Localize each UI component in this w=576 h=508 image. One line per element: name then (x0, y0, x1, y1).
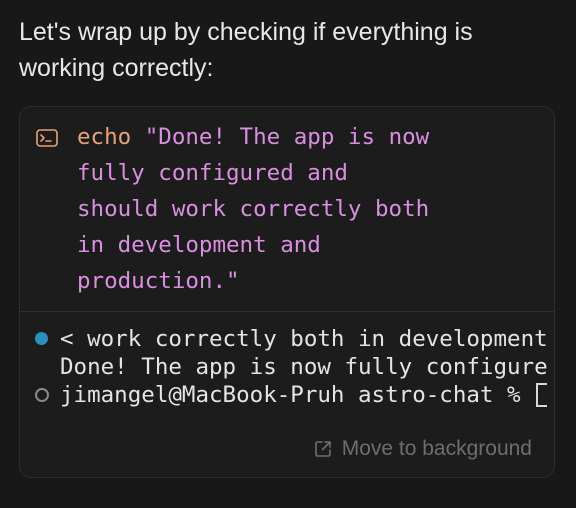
terminal-output[interactable]: < work correctly both in development Don… (20, 323, 554, 423)
move-to-background-button[interactable]: Move to background (313, 437, 532, 461)
terminal-icon (36, 129, 58, 147)
divider (20, 311, 554, 312)
output-line-2: Done! The app is now fully configure (60, 354, 548, 380)
terminal-card: echo "Done! The app is now fully configu… (19, 106, 555, 478)
intro-text: Let's wrap up by checking if everything … (19, 18, 473, 82)
command-keyword: echo (77, 124, 132, 150)
prompt-dot (35, 388, 49, 402)
move-to-background-label: Move to background (341, 437, 532, 460)
status-running-dot (35, 332, 48, 345)
prompt-text: jimangel@MacBook-Pruh astro-chat % (60, 382, 535, 408)
command-block: echo "Done! The app is now fully configu… (20, 107, 554, 311)
text-cursor (536, 383, 548, 407)
external-link-icon (314, 441, 331, 457)
command-text: echo "Done! The app is now fully configu… (77, 119, 487, 299)
prompt-line: jimangel@MacBook-Pruh astro-chat % (60, 381, 548, 409)
output-line-1: < work correctly both in development (60, 326, 548, 352)
